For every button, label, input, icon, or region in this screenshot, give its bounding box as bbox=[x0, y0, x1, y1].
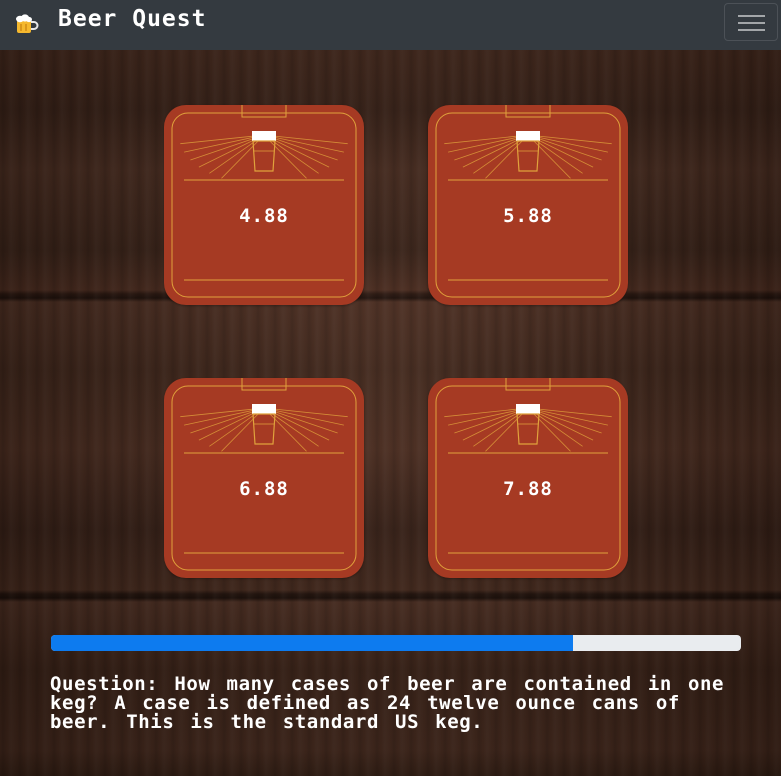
answer-value: 4.88 bbox=[239, 205, 289, 227]
wood-background bbox=[0, 50, 781, 776]
app-title[interactable]: Beer Quest bbox=[58, 6, 206, 32]
answer-card[interactable]: 7.88 bbox=[428, 378, 628, 578]
menu-toggle-button[interactable] bbox=[724, 3, 778, 41]
progress-bar bbox=[51, 635, 741, 651]
answer-card[interactable]: 5.88 bbox=[428, 105, 628, 305]
answer-value: 6.88 bbox=[239, 478, 289, 500]
beer-mug-icon bbox=[16, 14, 39, 33]
question-text: Question: How many cases of beer are con… bbox=[50, 673, 725, 733]
hamburger-menu-icon bbox=[738, 15, 765, 17]
answer-card[interactable]: 4.88 bbox=[164, 105, 364, 305]
hamburger-menu-icon-bar bbox=[738, 22, 765, 24]
answer-value: 5.88 bbox=[503, 205, 553, 227]
hamburger-menu-icon-bar bbox=[738, 29, 765, 31]
progress-fill bbox=[51, 635, 574, 651]
answer-value: 7.88 bbox=[503, 478, 553, 500]
navbar: Beer Quest bbox=[0, 0, 781, 50]
answer-card[interactable]: 6.88 bbox=[164, 378, 364, 578]
